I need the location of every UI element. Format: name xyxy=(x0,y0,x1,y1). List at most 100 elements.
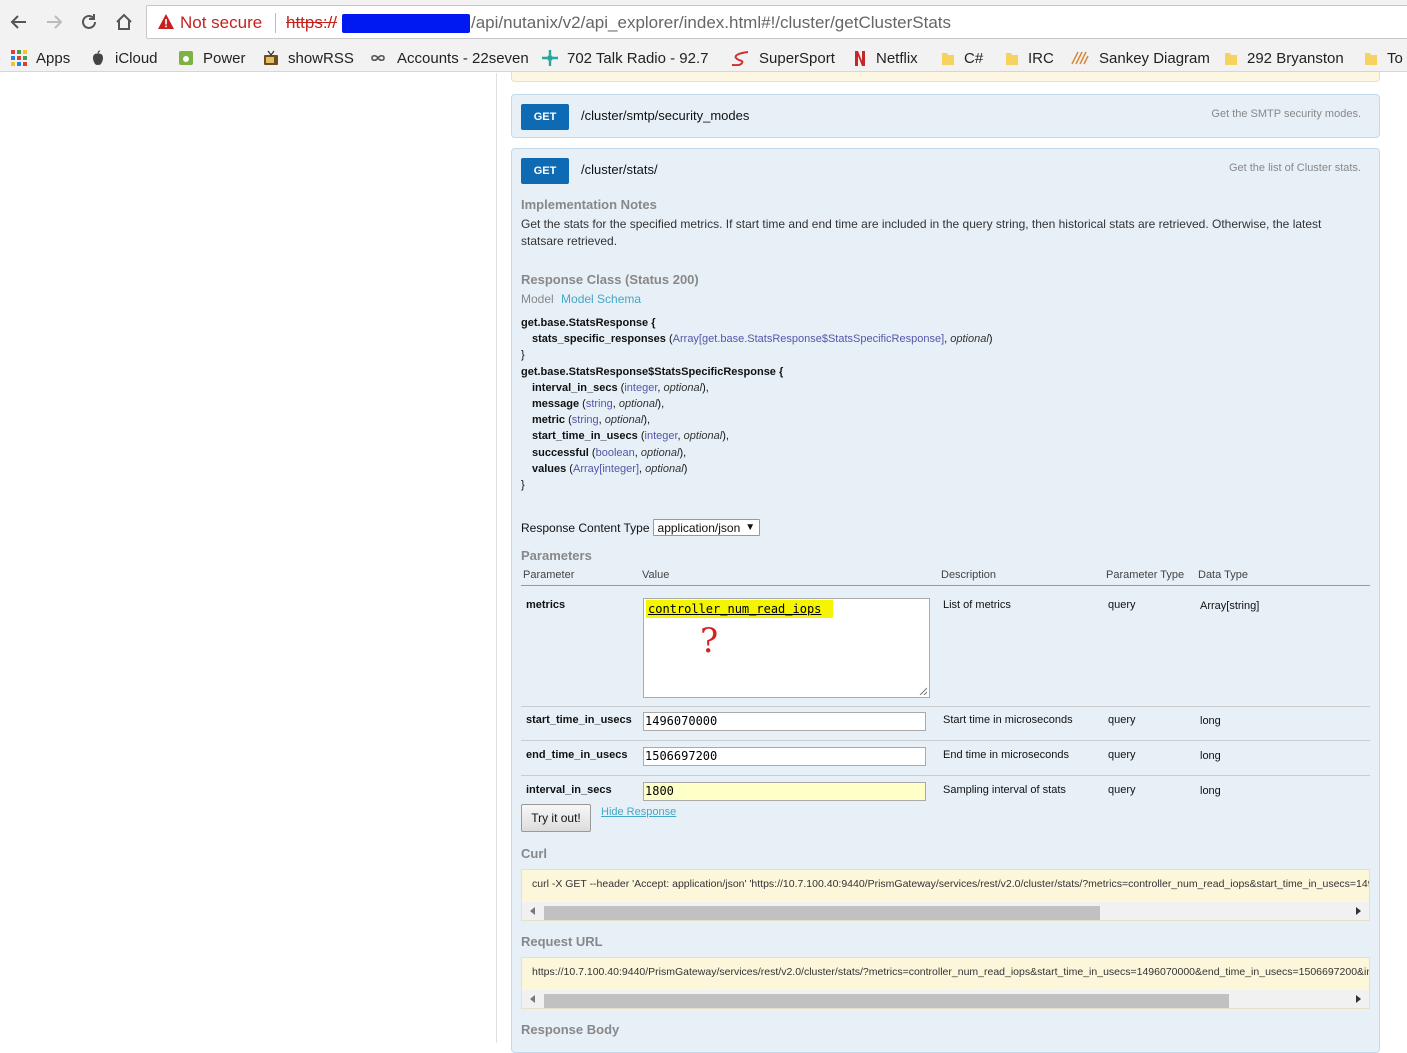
bookmark-702[interactable]: 702 Talk Radio - 92.7 xyxy=(542,48,708,68)
schema-field-name: stats_specific_responses xyxy=(532,333,666,346)
param-description: Sampling interval of stats xyxy=(943,784,1066,796)
content-type-label: Response Content Type xyxy=(521,520,650,535)
operation-path[interactable]: /cluster/stats/ xyxy=(581,162,658,177)
schema-field-name: message xyxy=(532,398,580,411)
url-scheme: https:// xyxy=(286,13,338,32)
folder-icon xyxy=(1365,53,1377,65)
tv-icon xyxy=(264,50,278,65)
bookmark-icloud[interactable]: iCloud xyxy=(90,48,158,68)
radio-icon xyxy=(542,50,558,66)
previous-operation-edge xyxy=(511,72,1380,82)
bookmark-supersport[interactable]: SuperSport xyxy=(730,48,835,68)
bookmark-to[interactable]: To xyxy=(1364,48,1403,68)
address-bar[interactable]: Not secure https:// /api/nutanix/v2/api_… xyxy=(146,5,1407,39)
param-data-type: long xyxy=(1200,750,1221,762)
hide-response-link[interactable]: Hide Response xyxy=(601,806,676,818)
request-url: https://10.7.100.40:9440/PrismGateway/se… xyxy=(532,966,1369,978)
scrollbar-thumb[interactable] xyxy=(544,994,1229,1008)
schema-field-name: interval_in_secs xyxy=(532,381,618,394)
schema-field-name: values xyxy=(532,462,567,475)
back-button[interactable] xyxy=(5,8,33,36)
param-name: end_time_in_usecs xyxy=(526,749,628,761)
param-data-type: Array[string] xyxy=(1200,600,1260,612)
operation-path[interactable]: /cluster/smtp/security_modes xyxy=(581,108,749,123)
bookmark-22seven[interactable]: Accounts - 22seven xyxy=(368,48,529,68)
param-type: query xyxy=(1108,749,1136,761)
implementation-notes-text: Get the stats for the specified metrics.… xyxy=(521,217,1322,248)
infinity-icon xyxy=(371,54,385,62)
dropdown-triangle-icon: ▼ xyxy=(745,522,756,533)
content-type-value: application/json xyxy=(657,520,741,535)
schema-field-type: string xyxy=(571,414,599,427)
model-tab[interactable]: Model xyxy=(521,292,554,306)
bookmark-label: showRSS xyxy=(288,49,354,67)
bookmark-sankey[interactable]: Sankey Diagram xyxy=(1070,48,1210,68)
metrics-textarea[interactable]: controller_num_read_iops ? xyxy=(643,598,930,698)
scroll-left-icon[interactable] xyxy=(528,994,538,1004)
schema-class-name: get.base.StatsResponse { xyxy=(521,317,656,329)
bookmark-label: IRC xyxy=(1028,49,1054,67)
param-type: query xyxy=(1108,714,1136,726)
metrics-value: controller_num_read_iops xyxy=(648,602,822,616)
bookmark-label: Power xyxy=(203,49,246,67)
model-schema: get.base.StatsResponse { stats_specific_… xyxy=(521,315,992,493)
forward-button[interactable] xyxy=(40,8,68,36)
operation-header[interactable]: GET /cluster/stats/ Get the list of Clus… xyxy=(512,149,1379,193)
bookmark-label: 702 Talk Radio - 92.7 xyxy=(567,49,709,67)
supersport-icon xyxy=(731,51,749,66)
scroll-right-icon[interactable] xyxy=(1353,906,1363,916)
curl-box: curl -X GET --header 'Accept: applicatio… xyxy=(521,869,1370,921)
schema-optional: optional xyxy=(683,430,723,443)
folder-icon xyxy=(1006,53,1018,65)
param-data-type: long xyxy=(1200,715,1221,727)
bookmarks-bar: Apps iCloud Power showRSS Accounts - 22s… xyxy=(0,44,1407,72)
param-description: Start time in microseconds xyxy=(943,714,1073,726)
bookmark-power[interactable]: Power xyxy=(178,48,246,68)
operation-header[interactable]: GET /cluster/smtp/security_modes Get the… xyxy=(512,95,1379,139)
interval-input[interactable]: 1800 xyxy=(643,782,926,801)
model-tabs: Model Model Schema xyxy=(521,292,641,306)
bookmark-label: Netflix xyxy=(876,49,918,67)
column-header: Parameter Type xyxy=(1106,569,1185,581)
end-time-input[interactable]: 1506697200 xyxy=(643,747,926,766)
reload-button[interactable] xyxy=(75,8,103,36)
bookmark-csharp[interactable]: C# xyxy=(941,48,983,68)
bookmark-label: Apps xyxy=(36,49,71,67)
http-method-badge[interactable]: GET xyxy=(521,104,569,130)
forward-arrow-icon xyxy=(47,15,63,29)
schema-brace: } xyxy=(521,349,525,362)
apps-grid-icon xyxy=(11,50,27,66)
folder-icon xyxy=(942,53,954,65)
home-button[interactable] xyxy=(110,8,138,36)
home-icon xyxy=(116,13,132,30)
param-name: metrics xyxy=(526,599,566,611)
address-separator xyxy=(275,13,276,33)
http-method-badge[interactable]: GET xyxy=(521,158,569,184)
try-it-out-button[interactable]: Try it out! xyxy=(521,804,591,832)
bookmark-bryanston[interactable]: 292 Bryanston xyxy=(1224,48,1344,68)
column-header: Description xyxy=(941,569,997,581)
bookmark-label: C# xyxy=(964,49,984,67)
bookmark-irc[interactable]: IRC xyxy=(1005,48,1054,68)
schema-field-type: boolean xyxy=(595,446,635,459)
schema-field-name: metric xyxy=(532,414,566,427)
bookmark-label: iCloud xyxy=(115,49,158,67)
scroll-left-icon[interactable] xyxy=(528,906,538,916)
resize-grip-icon[interactable] xyxy=(919,687,927,695)
bookmark-apps[interactable]: Apps xyxy=(11,48,70,68)
operation-summary[interactable]: Get the SMTP security modes. xyxy=(1211,108,1361,120)
start-time-input[interactable]: 1496070000 xyxy=(643,712,926,731)
curl-scrollbar[interactable] xyxy=(522,902,1369,920)
schema-class-name: get.base.StatsResponse$StatsSpecificResp… xyxy=(521,365,784,378)
scrollbar-thumb[interactable] xyxy=(544,906,1100,920)
bookmark-showrss[interactable]: showRSS xyxy=(263,48,354,68)
question-mark-annotation: ? xyxy=(700,621,719,661)
operation-summary[interactable]: Get the list of Cluster stats. xyxy=(1229,162,1361,174)
not-secure-label[interactable]: Not secure xyxy=(180,13,262,33)
content-type-select[interactable]: application/json ▼ xyxy=(652,519,761,536)
model-schema-tab[interactable]: Model Schema xyxy=(561,292,641,306)
request-url-scrollbar[interactable] xyxy=(522,990,1369,1008)
response-body-heading: Response Body xyxy=(521,1022,620,1037)
scroll-right-icon[interactable] xyxy=(1353,994,1363,1004)
bookmark-netflix[interactable]: Netflix xyxy=(853,48,918,68)
